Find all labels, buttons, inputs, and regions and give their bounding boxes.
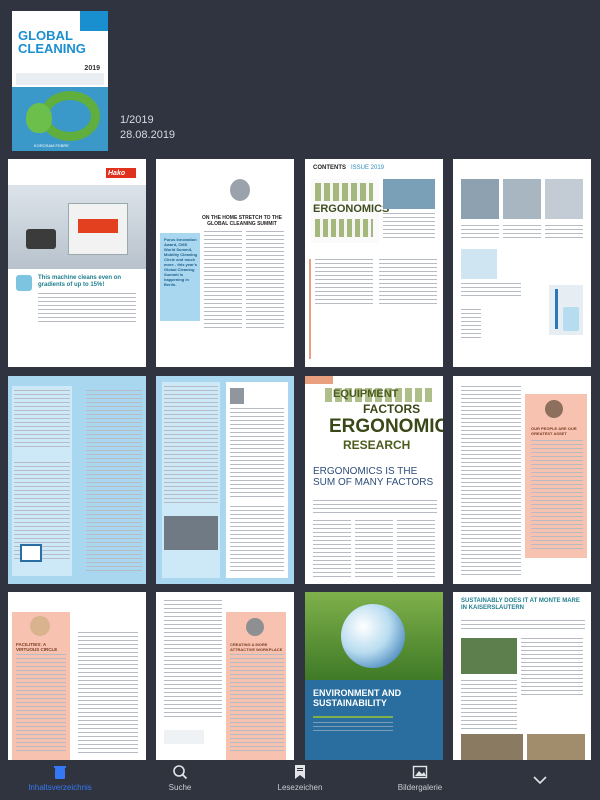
author-portrait	[230, 179, 250, 201]
cover-year: 2019	[84, 65, 100, 72]
mop-photo	[549, 285, 583, 335]
page-thumbnail-environment[interactable]: ENVIRONMENT AND SUSTAINABILITY	[305, 592, 443, 760]
circle-portrait	[30, 616, 50, 636]
tab-suche[interactable]: Suche	[130, 764, 230, 792]
cover-corner-decoration	[80, 11, 108, 31]
environment-headline: ENVIRONMENT AND SUSTAINABILITY	[313, 688, 402, 708]
tab-inhaltsverzeichnis[interactable]: Inhaltsverzeichnis	[10, 764, 110, 792]
page-thumbnail-people[interactable]: OUR PEOPLE ARE OUR GREATEST ASSET	[453, 376, 591, 584]
page-thumbnail-contents[interactable]: CONTENTS ISSUE 2019 ERGONOMICS	[305, 159, 443, 367]
globe-photo	[305, 592, 443, 680]
cover-title: GLOBAL CLEANING	[18, 28, 86, 56]
wordcloud-research: RESEARCH	[343, 438, 411, 452]
news-logo	[20, 544, 42, 562]
tab-bildergalerie[interactable]: Bildergalerie	[370, 764, 470, 792]
product-photo-small	[461, 249, 497, 279]
bookmark-icon	[295, 765, 305, 779]
hako-headline: This machine cleans even on gradients of…	[38, 275, 122, 288]
gallery-icon	[412, 765, 428, 779]
wordcloud-factors: FACTORS	[363, 402, 421, 416]
cover-caption: KOROSAM FEBRE	[34, 143, 69, 148]
summit-headline: ON THE HOME STRETCH TO THE GLOBAL CLEANI…	[202, 215, 282, 227]
issue-number: 1/2019	[120, 114, 154, 126]
trash-icon	[54, 766, 66, 779]
search-icon	[173, 765, 188, 780]
sustainability-photo-1	[461, 638, 517, 674]
circle-headline: FACILITIES: A VIRTUOUS CIRCLE	[16, 642, 58, 652]
tab-label: Lesezeichen	[277, 783, 323, 792]
cleaning-photo-2	[503, 179, 541, 219]
page-thumbnail-interview[interactable]	[156, 376, 294, 584]
page-thumbnail-hako-ad[interactable]: Hako This machine cleans even on gradien…	[8, 159, 146, 367]
tab-label: Inhaltsverzeichnis	[28, 783, 92, 792]
page-thumbnail-ergonomics[interactable]: EQUIPMENT FACTORS ERGONOMICS RESEARCH ER…	[305, 376, 443, 584]
bottom-tab-bar: Inhaltsverzeichnis Suche Lesezeichen Bil…	[0, 760, 600, 800]
tab-lesezeichen[interactable]: Lesezeichen	[250, 764, 350, 792]
page-thumbnail-workplace[interactable]: CREATING A MORE ATTRACTIVE WORKPLACE	[156, 592, 294, 760]
page-thumbnail-circle[interactable]: FACILITIES: A VIRTUOUS CIRCLE	[8, 592, 146, 760]
workplace-portrait	[246, 618, 264, 636]
tab-label: Suche	[168, 783, 192, 792]
contents-photo	[383, 179, 435, 209]
contents-title: CONTENTS	[313, 165, 346, 171]
page-thumbnail-cleaning-photos[interactable]	[453, 159, 591, 367]
wordcloud-equipment: EQUIPMENT	[333, 388, 399, 400]
cover-illustration: KOROSAM FEBRE	[12, 87, 108, 151]
interview-photo	[164, 516, 218, 550]
sustainability-headline: SUSTAINABLY DOES IT AT MONTE MARE IN KAI…	[461, 598, 580, 611]
cover-banner	[16, 73, 104, 85]
tab-label: Bildergalerie	[397, 783, 443, 792]
summit-pull-quote: Purus Innovation Award, CMS World Summit…	[164, 237, 198, 287]
contents-wordcloud: ERGONOMICS	[311, 179, 389, 243]
ergonomics-wordcloud: EQUIPMENT FACTORS ERGONOMICS RESEARCH	[305, 384, 443, 458]
ergonomics-headline: ERGONOMICS IS THE SUM OF MANY FACTORS	[313, 466, 434, 488]
wordcloud-ergonomics: ERGONOMICS	[329, 416, 443, 437]
contents-issue: ISSUE 2019	[351, 165, 385, 171]
page-thumbnail-summit[interactable]: ON THE HOME STRETCH TO THE GLOBAL CLEANI…	[156, 159, 294, 367]
frog-illustration-icon	[26, 103, 52, 133]
issue-info: 1/2019 28.08.2019	[120, 113, 175, 143]
news-vertical-banner	[72, 386, 82, 576]
chevron-down-icon	[533, 776, 547, 785]
magazine-cover[interactable]: GLOBAL CLEANING 2019 KOROSAM FEBRE	[12, 11, 108, 151]
wordcloud-word: ERGONOMICS	[313, 203, 390, 215]
page-thumbnail-news[interactable]	[8, 376, 146, 584]
cleaning-photo-1	[461, 179, 499, 219]
product-photo	[8, 185, 146, 269]
quote-portrait	[545, 400, 563, 418]
people-quote: OUR PEOPLE ARE OUR GREATEST ASSET	[531, 426, 577, 436]
product-badge-icon	[16, 275, 32, 291]
interview-portrait	[230, 388, 244, 404]
hako-brand: Hako	[108, 170, 126, 177]
sustainability-photo-2	[461, 734, 523, 760]
page-thumbnail-sustainability[interactable]: SUSTAINABLY DOES IT AT MONTE MARE IN KAI…	[453, 592, 591, 760]
collapse-button[interactable]	[490, 764, 590, 788]
issue-date: 28.08.2019	[120, 129, 176, 141]
workplace-headline: CREATING A MORE ATTRACTIVE WORKPLACE	[230, 642, 283, 652]
sustainability-photo-3	[527, 734, 585, 760]
cleaning-photo-3	[545, 179, 583, 219]
